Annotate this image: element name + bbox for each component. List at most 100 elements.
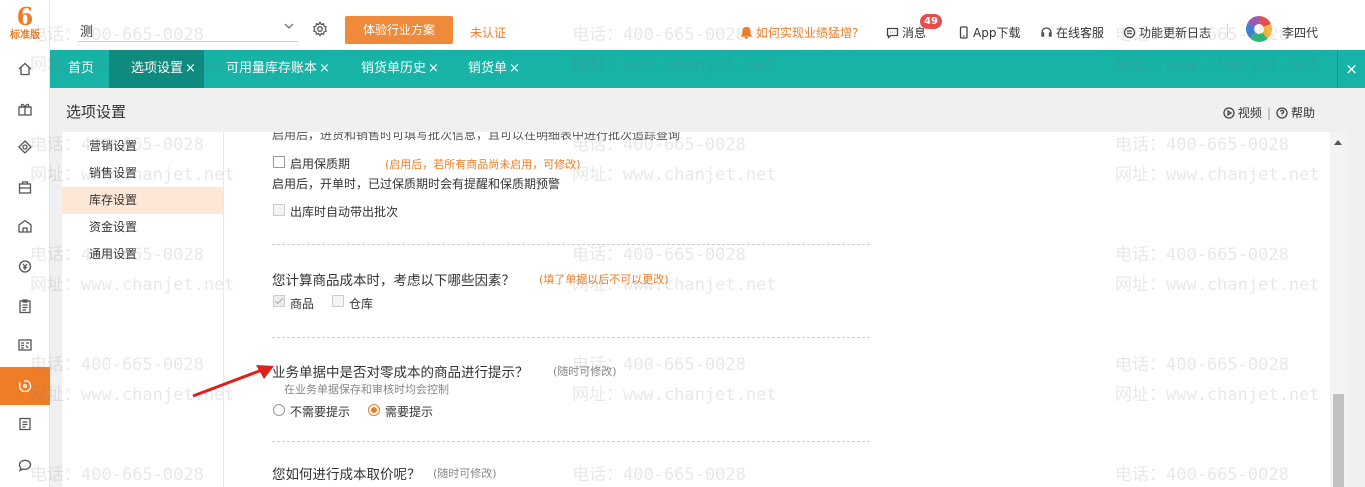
online-service-label: 在线客服 xyxy=(1056,26,1105,40)
section-divider xyxy=(272,244,870,245)
page-actions: 视频 | 帮助 xyxy=(1223,104,1315,121)
nav-item-funds[interactable]: 资金设置 xyxy=(62,214,223,241)
headset-icon xyxy=(1041,27,1052,37)
page-title: 选项设置 xyxy=(66,103,127,121)
no-prompt-label: 不需要提示 xyxy=(290,405,351,419)
nav-item-inventory[interactable]: 库存设置 xyxy=(62,187,223,214)
settings-panel: 营销设置 销售设置 库存设置 资金设置 通用设置 启用后，进货和销售时可填写批次… xyxy=(62,132,1347,487)
page-header: 选项设置 视频 | 帮助 xyxy=(50,88,1365,132)
factor-product-label: 商品 xyxy=(290,297,315,311)
chat-icon[interactable] xyxy=(0,446,50,484)
separator: | xyxy=(1266,105,1271,120)
help-link[interactable]: 帮助 xyxy=(1291,104,1315,121)
close-all-tabs-icon[interactable]: × xyxy=(1337,50,1365,88)
tab-label: 选项设置 xyxy=(131,61,184,76)
settings-content: 启用后，进货和销售时可填写批次信息，且可以在明细表中进行批次追踪查询 启用保质期… xyxy=(224,132,1329,487)
shelf-life-label: 启用保质期 xyxy=(290,157,351,171)
app-logo[interactable]: 6 标准版 xyxy=(6,4,44,44)
scroll-up-icon[interactable] xyxy=(1334,140,1342,145)
tab-label: 可用量库存账本 xyxy=(226,61,318,76)
edition-label: 标准版 xyxy=(10,30,40,41)
chevron-down-icon xyxy=(284,23,294,29)
avatar[interactable] xyxy=(1246,16,1272,42)
zero-cost-question: 业务单据中是否对零成本的商品进行提示？ xyxy=(272,365,529,381)
tab-close-icon[interactable]: × xyxy=(185,61,196,76)
scroll-thumb[interactable] xyxy=(1333,394,1344,487)
bag-icon[interactable] xyxy=(0,168,50,206)
messages-button[interactable]: 消息 xyxy=(886,24,926,41)
promo-link[interactable]: 如何实现业绩猛增? xyxy=(740,24,858,41)
tab-label: 销货单历史 xyxy=(361,61,427,76)
gift-icon[interactable] xyxy=(0,90,50,128)
batch-description: 启用后，进货和销售时可填写批次信息，且可以在明细表中进行批次追踪查询 xyxy=(272,132,681,142)
home-icon[interactable] xyxy=(0,50,50,88)
tab-close-icon[interactable]: × xyxy=(509,61,520,76)
username[interactable]: 李四代 xyxy=(1282,24,1318,41)
cost-factor-note: (填了单据以后不可以更改) xyxy=(539,273,669,286)
doc-icon[interactable] xyxy=(0,405,50,443)
tab-inventory-ledger[interactable]: 可用量库存账本 × xyxy=(208,50,342,88)
shelf-life-description: 启用后，开单时，已过保质期时会有提醒和保质期预警 xyxy=(272,177,561,191)
marketing-icon[interactable] xyxy=(0,128,50,166)
left-icon-rail: 6 标准版 xyxy=(0,0,50,487)
changelog-link[interactable]: 功能更新日志 xyxy=(1123,24,1211,41)
settings-cycle-icon[interactable] xyxy=(0,367,50,405)
auto-batch-checkbox[interactable] xyxy=(273,204,285,216)
play-circle-icon xyxy=(1223,106,1235,119)
phone-icon xyxy=(959,26,968,39)
changelog-label: 功能更新日志 xyxy=(1139,26,1212,40)
tab-close-icon[interactable]: × xyxy=(319,61,330,76)
nav-item-marketing[interactable]: 营销设置 xyxy=(62,133,223,160)
zero-cost-description: 在业务单据保存和审核时均会控制 xyxy=(284,383,449,396)
gear-icon[interactable] xyxy=(312,21,328,37)
settings-nav: 营销设置 销售设置 库存设置 资金设置 通用设置 xyxy=(62,132,224,487)
section-divider xyxy=(272,441,870,442)
auto-batch-label: 出库时自动带出批次 xyxy=(290,205,399,219)
section-divider xyxy=(272,337,870,338)
tab-label: 销货单 xyxy=(468,61,508,76)
factor-warehouse-checkbox[interactable] xyxy=(332,295,344,307)
cost-price-question: 您如何进行成本取价呢？ xyxy=(272,467,421,483)
prompt-label: 需要提示 xyxy=(385,405,434,419)
message-count-badge: 49 xyxy=(920,14,942,29)
no-prompt-radio[interactable] xyxy=(273,404,285,416)
tab-bar: 首页 选项设置 × 可用量库存账本 × 销货单历史 × 销货单 × × xyxy=(50,50,1365,88)
experience-solution-button[interactable]: 体验行业方案 xyxy=(345,16,453,44)
account-select[interactable]: 测 xyxy=(78,16,298,42)
promo-link-label: 如何实现业绩猛增? xyxy=(756,26,859,40)
help-icon xyxy=(1276,106,1288,119)
account-select-value: 测 xyxy=(80,25,94,40)
tab-label: 首页 xyxy=(68,61,95,76)
tab-sales-history[interactable]: 销货单历史 × xyxy=(343,50,448,88)
tab-home[interactable]: 首页 xyxy=(50,50,109,88)
tab-options-settings[interactable]: 选项设置 × xyxy=(109,50,204,88)
online-service-link[interactable]: 在线客服 xyxy=(1040,24,1104,41)
app-download-link[interactable]: App下载 xyxy=(957,24,1020,41)
nav-item-sales[interactable]: 销售设置 xyxy=(62,160,223,187)
warehouse-icon[interactable] xyxy=(0,207,50,245)
tab-close-icon[interactable]: × xyxy=(428,61,439,76)
money-icon[interactable] xyxy=(0,247,50,285)
message-icon xyxy=(886,27,899,39)
annotation-arrow xyxy=(192,365,274,398)
video-link[interactable]: 视频 xyxy=(1238,104,1262,121)
changelog-icon xyxy=(1123,26,1136,39)
report-icon[interactable] xyxy=(0,326,50,364)
shelf-life-note: (启用后，若所有商品尚未启用，可修改) xyxy=(385,158,581,171)
bell-icon xyxy=(740,26,753,39)
top-bar: 测 体验行业方案 未认证 如何实现业绩猛增? 消息 49 App下载 在线客服 … xyxy=(50,0,1365,50)
tab-sales-order[interactable]: 销货单 × xyxy=(450,50,530,88)
factor-warehouse-label: 仓库 xyxy=(349,297,374,311)
zero-cost-note: (随时可修改) xyxy=(553,365,617,378)
divider xyxy=(1227,24,1228,38)
unverified-link[interactable]: 未认证 xyxy=(470,24,506,41)
app-download-label: App下载 xyxy=(973,26,1021,40)
scrollbar[interactable] xyxy=(1330,132,1347,487)
cost-price-note: (随时可修改) xyxy=(433,467,497,480)
factor-product-checkbox[interactable] xyxy=(273,295,285,307)
cost-factor-question: 您计算商品成本时，考虑以下哪些因素？ xyxy=(272,273,515,289)
clipboard-icon[interactable] xyxy=(0,287,50,325)
nav-item-general[interactable]: 通用设置 xyxy=(62,241,223,268)
shelf-life-checkbox[interactable] xyxy=(273,156,285,168)
prompt-radio[interactable] xyxy=(368,404,380,416)
